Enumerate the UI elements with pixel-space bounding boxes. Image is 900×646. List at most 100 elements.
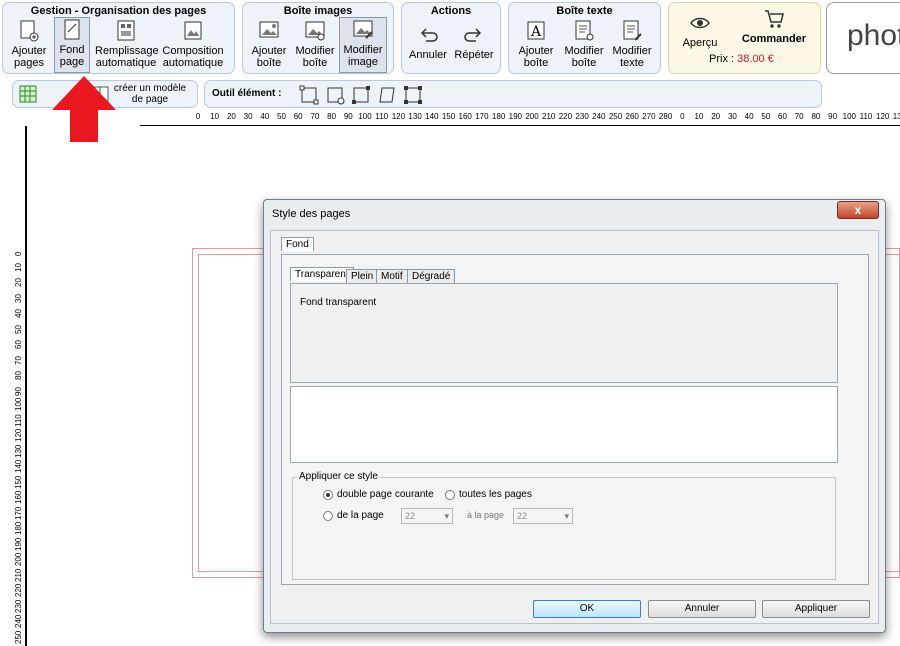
ruler-tick-label: 40 xyxy=(744,112,754,121)
eye-icon xyxy=(690,17,710,29)
dialog-title: Style des pages xyxy=(272,208,351,220)
ruler-tick-label: 120 xyxy=(876,112,890,121)
ruler-tick-label: 250 xyxy=(608,112,623,121)
modify-image-button[interactable]: Modifier image xyxy=(339,17,387,73)
close-icon: x xyxy=(854,203,862,217)
modify-image-box-label: Modifier boîte xyxy=(295,45,335,69)
group-element-tools: Outil élément : xyxy=(204,80,822,108)
group-title-actions: Actions xyxy=(430,5,472,17)
ruler-tick-label: 230 xyxy=(14,599,23,613)
to-page-label: à la page xyxy=(467,510,505,520)
undo-label: Annuler xyxy=(409,49,447,61)
select-element-icon[interactable] xyxy=(299,85,319,105)
element-tool-label: Outil élément : xyxy=(212,88,282,99)
modify-text-box-label: Modifier boîte xyxy=(564,45,604,69)
ruler-tick-label: 180 xyxy=(491,112,506,121)
ruler-tick-label: 170 xyxy=(14,506,23,520)
svg-text:A: A xyxy=(530,24,542,40)
ruler-tick-label: 10 xyxy=(694,112,704,121)
apply-group: Appliquer ce style double page courante … xyxy=(292,471,836,580)
tab-motif[interactable]: Motif xyxy=(376,269,408,283)
main-toolbar: Gestion - Organisation des pages Ajouter… xyxy=(0,0,900,78)
redo-icon xyxy=(464,28,482,42)
add-text-box-label: Ajouter boîte xyxy=(518,45,554,69)
cancel-button[interactable]: Annuler xyxy=(648,600,756,618)
ruler-tick-label: 0 xyxy=(14,251,23,256)
close-button[interactable]: x xyxy=(837,201,879,219)
from-page-select[interactable]: 22 xyxy=(401,508,453,524)
resize-element-icon[interactable] xyxy=(351,85,371,105)
modify-text-box-button[interactable]: Modifier boîte xyxy=(561,19,607,69)
modify-text-label: Modifier texte xyxy=(612,45,652,69)
ruler-tick-label: 50 xyxy=(277,112,286,121)
apply-button[interactable]: Appliquer xyxy=(762,600,870,618)
auto-fill-button[interactable]: Remplissage automatique xyxy=(95,19,159,69)
add-text-box-button[interactable]: A Ajouter boîte xyxy=(513,19,559,69)
modify-text-button[interactable]: Modifier texte xyxy=(609,19,655,69)
redo-button[interactable]: Répéter xyxy=(452,23,496,61)
dialog-body: Fond Transparent Plein Motif Dégradé Fon… xyxy=(270,230,879,624)
radio-from-page[interactable] xyxy=(323,511,333,521)
horizontal-ruler: 0 10 20 30 40 50 60 70 80 90 100 110 120 130 140 150 160… xyxy=(140,112,900,126)
crop-element-icon[interactable] xyxy=(403,85,423,105)
auto-composition-icon xyxy=(184,21,202,40)
ruler-tick-label: 80 xyxy=(811,112,821,121)
add-pages-label: Ajouter pages xyxy=(11,45,47,69)
ruler-tick-label: 230 xyxy=(575,112,589,121)
undo-icon xyxy=(420,28,438,42)
skew-element-icon[interactable] xyxy=(377,85,397,105)
radio-double-page[interactable] xyxy=(323,490,333,500)
tab-degrade[interactable]: Dégradé xyxy=(407,269,456,283)
rotate-element-icon[interactable] xyxy=(325,85,345,105)
preview-button[interactable]: Aperçu xyxy=(677,11,723,49)
brand-box[interactable]: phot xyxy=(826,2,900,74)
undo-button[interactable]: Annuler xyxy=(406,23,450,61)
to-page-select[interactable]: 22 xyxy=(513,508,573,524)
create-model-button[interactable]: créer un modèle de page xyxy=(111,83,189,105)
add-image-box-button[interactable]: Ajouter boîte xyxy=(247,19,291,69)
ruler-tick-label: 90 xyxy=(14,386,23,396)
ruler-tick-label: 220 xyxy=(558,112,573,121)
ruler-tick-label: 220 xyxy=(14,583,23,597)
fond-page-button[interactable]: Fond page xyxy=(54,17,90,73)
order-button[interactable]: Commander xyxy=(737,7,811,45)
radio-double-page-label: double page courante xyxy=(337,489,434,500)
ruler-tick-label: 130 xyxy=(892,112,900,121)
auto-composition-button[interactable]: Composition automatique xyxy=(161,19,225,69)
radio-all-pages-label: toutes les pages xyxy=(459,489,532,500)
ruler-tick-label: 150 xyxy=(14,475,23,489)
modify-image-icon xyxy=(353,20,373,39)
ruler-tick-label: 130 xyxy=(408,112,422,121)
ruler-tick-label: 0 xyxy=(680,112,685,121)
ruler-tick-label: 250 xyxy=(14,630,23,644)
tab-transparent[interactable]: Transparent xyxy=(290,267,354,281)
add-pages-button[interactable]: Ajouter pages xyxy=(9,19,49,69)
ruler-tick-label: 40 xyxy=(14,309,23,318)
ruler-tick-label: 60 xyxy=(778,112,787,121)
ruler-tick-label: 20 xyxy=(711,112,721,121)
ruler-tick-label: 100 xyxy=(14,397,23,411)
ruler-tick-label: 160 xyxy=(14,490,23,504)
tab-fond[interactable]: Fond xyxy=(281,237,314,251)
ruler-tick-label: 150 xyxy=(441,112,456,121)
ruler-tick-label: 50 xyxy=(14,324,23,334)
page-style-dialog: Style des pages x Fond Transparent Plein… xyxy=(263,199,886,633)
fond-panel: Transparent Plein Motif Dégradé Fond tra… xyxy=(281,254,869,585)
ruler-tick-label: 110 xyxy=(859,112,873,121)
auto-composition-label: Composition automatique xyxy=(162,45,224,69)
ruler-tick-label: 80 xyxy=(327,112,337,121)
modify-image-box-button[interactable]: Modifier boîte xyxy=(293,19,337,69)
radio-all-pages[interactable] xyxy=(445,490,455,500)
ruler-tick-label: 240 xyxy=(592,112,606,121)
brand-logo-text: phot xyxy=(847,19,900,52)
grid-icon[interactable] xyxy=(19,85,37,103)
group-page-management: Gestion - Organisation des pages Ajouter… xyxy=(2,2,235,74)
ruler-tick-label: 240 xyxy=(14,614,23,628)
ok-button[interactable]: OK xyxy=(533,600,641,618)
tab-plein[interactable]: Plein xyxy=(346,269,379,283)
price-row: Prix : 38.00 € xyxy=(709,53,774,65)
radio-from-page-label: de la page xyxy=(337,510,384,521)
ruler-tick-label: 160 xyxy=(458,112,472,121)
preview-label: Aperçu xyxy=(682,37,718,49)
ruler-tick-label: 170 xyxy=(475,112,489,121)
